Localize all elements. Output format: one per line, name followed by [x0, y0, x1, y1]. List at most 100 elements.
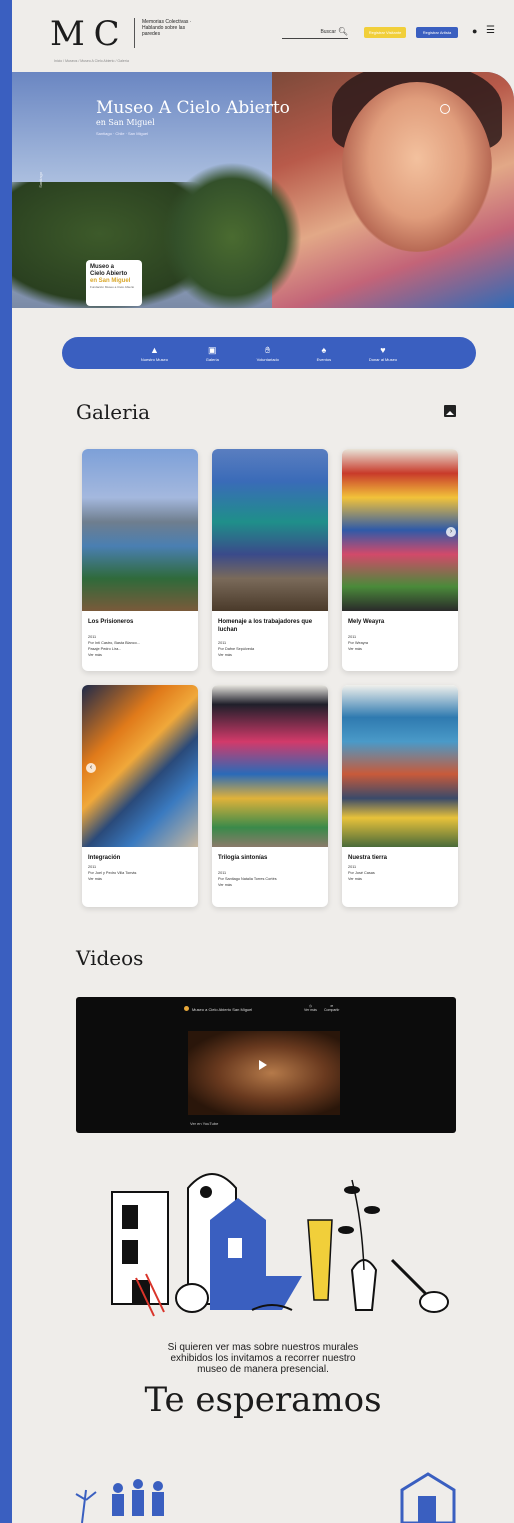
mural-image [342, 449, 458, 611]
card-author: Por Inti Castro, Basta Blanco... [88, 641, 140, 645]
museum-illustration [111, 1173, 449, 1317]
watch-later-label: Ver más [304, 1008, 317, 1012]
share-button[interactable]: ➦ Compartir [324, 1004, 339, 1012]
nav-label: Donar al Museo [368, 356, 398, 362]
register-artist-button[interactable]: Registrar Artista [416, 27, 458, 38]
mural-image [82, 685, 198, 847]
closing-line2: exhibidos los invitamos a recorrer nuest… [170, 1353, 356, 1364]
card-author: Por Dafne Sepúlveda [218, 647, 255, 651]
mural-image [212, 449, 328, 611]
nav-label: Galería [205, 356, 219, 362]
hero-banner: Museo A Cielo Abierto en San Miguel Sant… [12, 72, 514, 308]
video-thumbnail [188, 1031, 340, 1115]
nav-item-nuestro-museo[interactable]: ▲ Nuestro Museo [141, 345, 168, 362]
card-author: Por José Casas [348, 871, 375, 875]
badge-line3: en San Miguel [90, 278, 131, 284]
hand-icon: ✋︎ [265, 344, 271, 355]
card-title: Homenaje a los trabajadores que luchan [218, 619, 313, 633]
gallery-card[interactable]: ‹ Integración 2011 Por Joel y Pedro Vill… [82, 685, 198, 907]
card-author: Por Joel y Pedro Villa Tomás [88, 871, 137, 875]
closing-headline: Te esperamos [144, 1380, 382, 1420]
video-player[interactable]: Museo a Cielo Abierto San Miguel ◷ Ver má… [76, 997, 456, 1133]
nav-item-voluntariado[interactable]: ✋︎ Voluntariado [257, 345, 279, 362]
card-author: Por Santiago Natalia Torres Cortés [218, 877, 277, 881]
nav-item-eventos[interactable]: ♠ Eventos [317, 345, 331, 362]
gallery-card[interactable]: Homenaje a los trabajadores que luchan 2… [212, 449, 328, 671]
card-year: 2011 [348, 865, 357, 869]
register-visitor-button[interactable]: Registrar Visitante [364, 27, 406, 38]
watch-later-button[interactable]: ◷ Ver más [304, 1004, 317, 1012]
gallery-view-icon[interactable] [444, 405, 456, 417]
gallery-title: Galeria [76, 400, 151, 424]
hero-indicator-icon[interactable] [440, 104, 450, 114]
mural-image [82, 449, 198, 611]
card-place: Pasaje Pedro Lira... [88, 647, 122, 651]
gallery-card[interactable]: Nuestra tierra 2011 Por José Casas Ver m… [342, 685, 458, 907]
card-more-link[interactable]: Ver más [88, 877, 192, 882]
closing-text: Si quieren ver mas sobre nuestros murale… [12, 1342, 514, 1375]
card-title: Los Prisioneros [88, 619, 134, 625]
video-title[interactable]: Museo a Cielo Abierto San Miguel [192, 1007, 252, 1012]
card-title: Mely Weayra [348, 619, 385, 625]
search-input[interactable]: Buscar 🔍︎ [282, 27, 348, 39]
card-year: 2011 [348, 635, 357, 639]
gallery-card[interactable]: Los Prisioneros 2011 Por Inti Castro, Ba… [82, 449, 198, 671]
menu-icon[interactable]: ☰ [486, 25, 495, 36]
card-title: Nuestra tierra [348, 855, 388, 861]
search-icon[interactable]: 🔍︎ [338, 27, 348, 36]
card-title: Trilogía sintonías [218, 855, 268, 861]
card-year: 2011 [218, 871, 227, 875]
hero-side-text: Santiago [38, 172, 43, 188]
logo[interactable]: M C [50, 14, 120, 54]
next-arrow-icon[interactable]: › [446, 527, 456, 537]
card-more-link[interactable]: Ver más [348, 647, 452, 652]
hero-title: Museo A Cielo Abierto [96, 98, 290, 118]
badge-line1: Museo a [90, 264, 115, 270]
logo-divider [134, 18, 135, 48]
gallery-card[interactable]: Trilogía sintonías 2011 Por Santiago Nat… [212, 685, 328, 907]
nav-label: Voluntariado [256, 356, 279, 362]
closing-line3: museo de manera presencial. [197, 1364, 329, 1375]
card-year: 2011 [218, 641, 227, 645]
mural-image [342, 685, 458, 847]
search-label: Buscar [320, 29, 336, 35]
hero-subtitle: en San Miguel [96, 118, 155, 127]
museum-icon: ▲ [149, 344, 159, 355]
hero-tree-image [162, 162, 302, 308]
gallery-icon: ▣ [208, 344, 217, 355]
card-author: Por Weayra [348, 641, 368, 645]
user-icon[interactable]: ● [472, 26, 477, 36]
badge-small: Fundación Museo a Cielo Abierto [90, 285, 135, 289]
page: M C Memorias Colectivas · Hablando sobre… [12, 0, 514, 1523]
hero-meta: Santiago · Chile · San Miguel [96, 131, 149, 136]
card-title: Integración [88, 855, 121, 861]
prev-arrow-icon[interactable]: ‹ [86, 763, 96, 773]
header: M C Memorias Colectivas · Hablando sobre… [12, 0, 514, 70]
card-more-link[interactable]: Ver más [88, 653, 192, 658]
card-more-link[interactable]: Ver más [218, 883, 322, 888]
youtube-link[interactable]: Ver en YouTube [190, 1121, 218, 1126]
nav-label: Nuestro Museo [140, 356, 168, 362]
mural-image [212, 685, 328, 847]
share-label: Compartir [324, 1008, 340, 1012]
nav-label: Eventos [316, 356, 332, 362]
play-icon[interactable] [259, 1060, 267, 1070]
hero-mural-face [342, 82, 492, 252]
card-year: 2011 [88, 635, 97, 639]
hero-badge: Museo a Cielo Abierto en San Miguel Fund… [86, 260, 142, 306]
breadcrumb[interactable]: Inicio / Museos / Museo A Cielo Abierto … [54, 59, 129, 63]
event-icon: ♠ [321, 344, 327, 355]
card-more-link[interactable]: Ver más [218, 653, 322, 658]
card-year: 2011 [88, 865, 97, 869]
nav-item-donar[interactable]: ♥ Donar al Museo [369, 345, 397, 362]
footer-illustration [75, 1472, 456, 1523]
videos-title: Videos [76, 946, 144, 970]
channel-logo-icon [184, 1006, 189, 1011]
card-more-link[interactable]: Ver más [348, 877, 452, 882]
nav-item-galeria[interactable]: ▣ Galería [206, 345, 219, 362]
gallery-card[interactable]: › Mely Weayra 2011 Por Weayra Ver más [342, 449, 458, 671]
logo-subtitle: Memorias Colectivas · Hablando sobre las… [142, 19, 192, 37]
heart-icon: ♥ [380, 344, 386, 355]
closing-line1: Si quieren ver mas sobre nuestros murale… [167, 1342, 359, 1353]
badge-line2: Cielo Abierto [90, 271, 128, 277]
